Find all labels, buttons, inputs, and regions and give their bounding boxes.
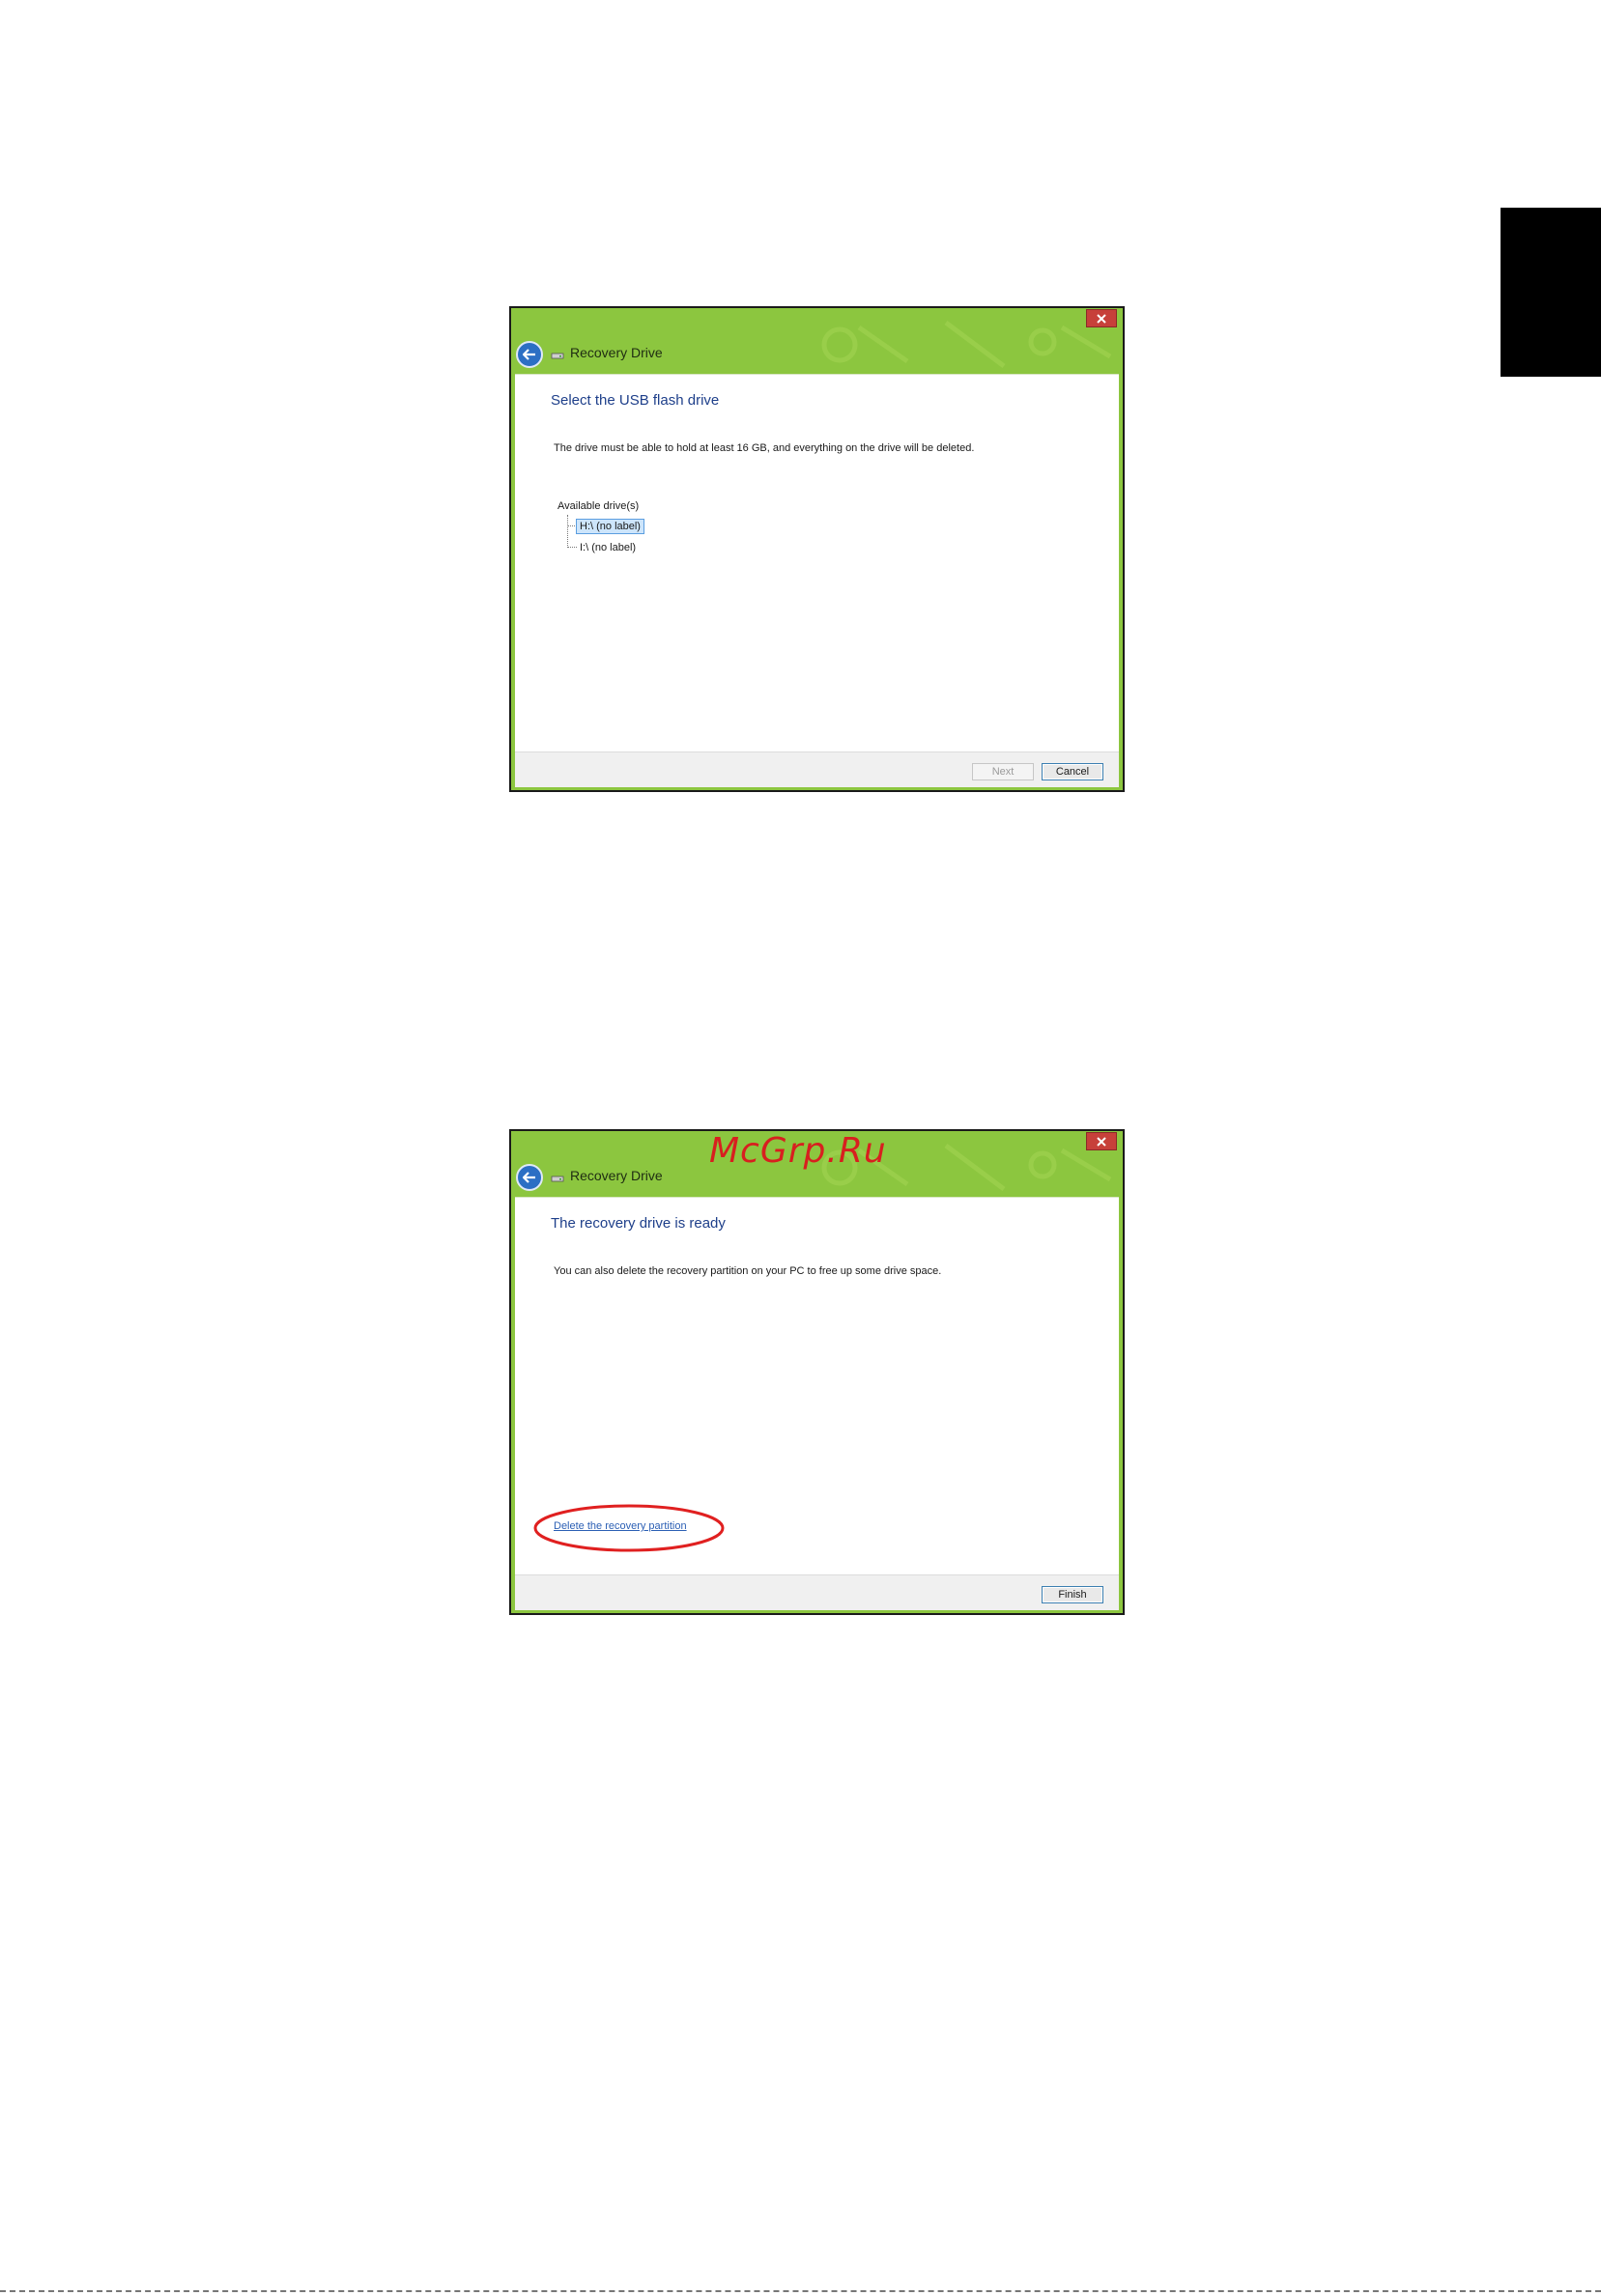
close-button[interactable] bbox=[1086, 1132, 1117, 1150]
available-drives-label: Available drive(s) bbox=[557, 500, 640, 512]
tree-connector bbox=[567, 515, 568, 548]
dialog-footer: Finish bbox=[515, 1574, 1119, 1610]
page-footer-rule bbox=[0, 2290, 1601, 2292]
dialog-content: Select the USB flash drive The drive mus… bbox=[515, 374, 1119, 752]
close-button[interactable] bbox=[1086, 309, 1117, 327]
cancel-button[interactable]: Cancel bbox=[1042, 763, 1103, 780]
delete-recovery-partition-link[interactable]: Delete the recovery partition bbox=[554, 1520, 687, 1532]
back-arrow-icon bbox=[523, 1172, 535, 1183]
next-button[interactable]: Next bbox=[972, 763, 1034, 780]
window-title: Recovery Drive bbox=[570, 345, 663, 360]
section-tab-marker bbox=[1501, 208, 1601, 377]
recovery-drive-dialog-ready: McGrp.Ru Recovery Drive The recovery dri… bbox=[509, 1129, 1125, 1615]
back-arrow-icon bbox=[523, 349, 535, 360]
close-icon bbox=[1097, 313, 1106, 324]
description-text: The drive must be able to hold at least … bbox=[554, 442, 975, 454]
drive-icon bbox=[551, 1176, 564, 1182]
close-icon bbox=[1097, 1136, 1106, 1147]
drive-item-h[interactable]: H:\ (no label) bbox=[576, 519, 644, 534]
drive-icon bbox=[551, 353, 564, 359]
description-text: You can also delete the recovery partiti… bbox=[554, 1265, 942, 1277]
dialog-content: The recovery drive is ready You can also… bbox=[515, 1197, 1119, 1575]
watermark-text: McGrp.Ru bbox=[709, 1131, 887, 1171]
window-title: Recovery Drive bbox=[570, 1168, 663, 1183]
recovery-drive-dialog-select: Recovery Drive Select the USB flash driv… bbox=[509, 306, 1125, 792]
page-heading: The recovery drive is ready bbox=[551, 1215, 726, 1232]
drive-item-i[interactable]: I:\ (no label) bbox=[576, 540, 640, 555]
dialog-footer: Next Cancel bbox=[515, 751, 1119, 787]
back-button[interactable] bbox=[516, 341, 543, 368]
back-button[interactable] bbox=[516, 1164, 543, 1191]
page-heading: Select the USB flash drive bbox=[551, 392, 720, 409]
titlebar-decoration bbox=[821, 321, 1112, 368]
finish-button[interactable]: Finish bbox=[1042, 1586, 1103, 1603]
